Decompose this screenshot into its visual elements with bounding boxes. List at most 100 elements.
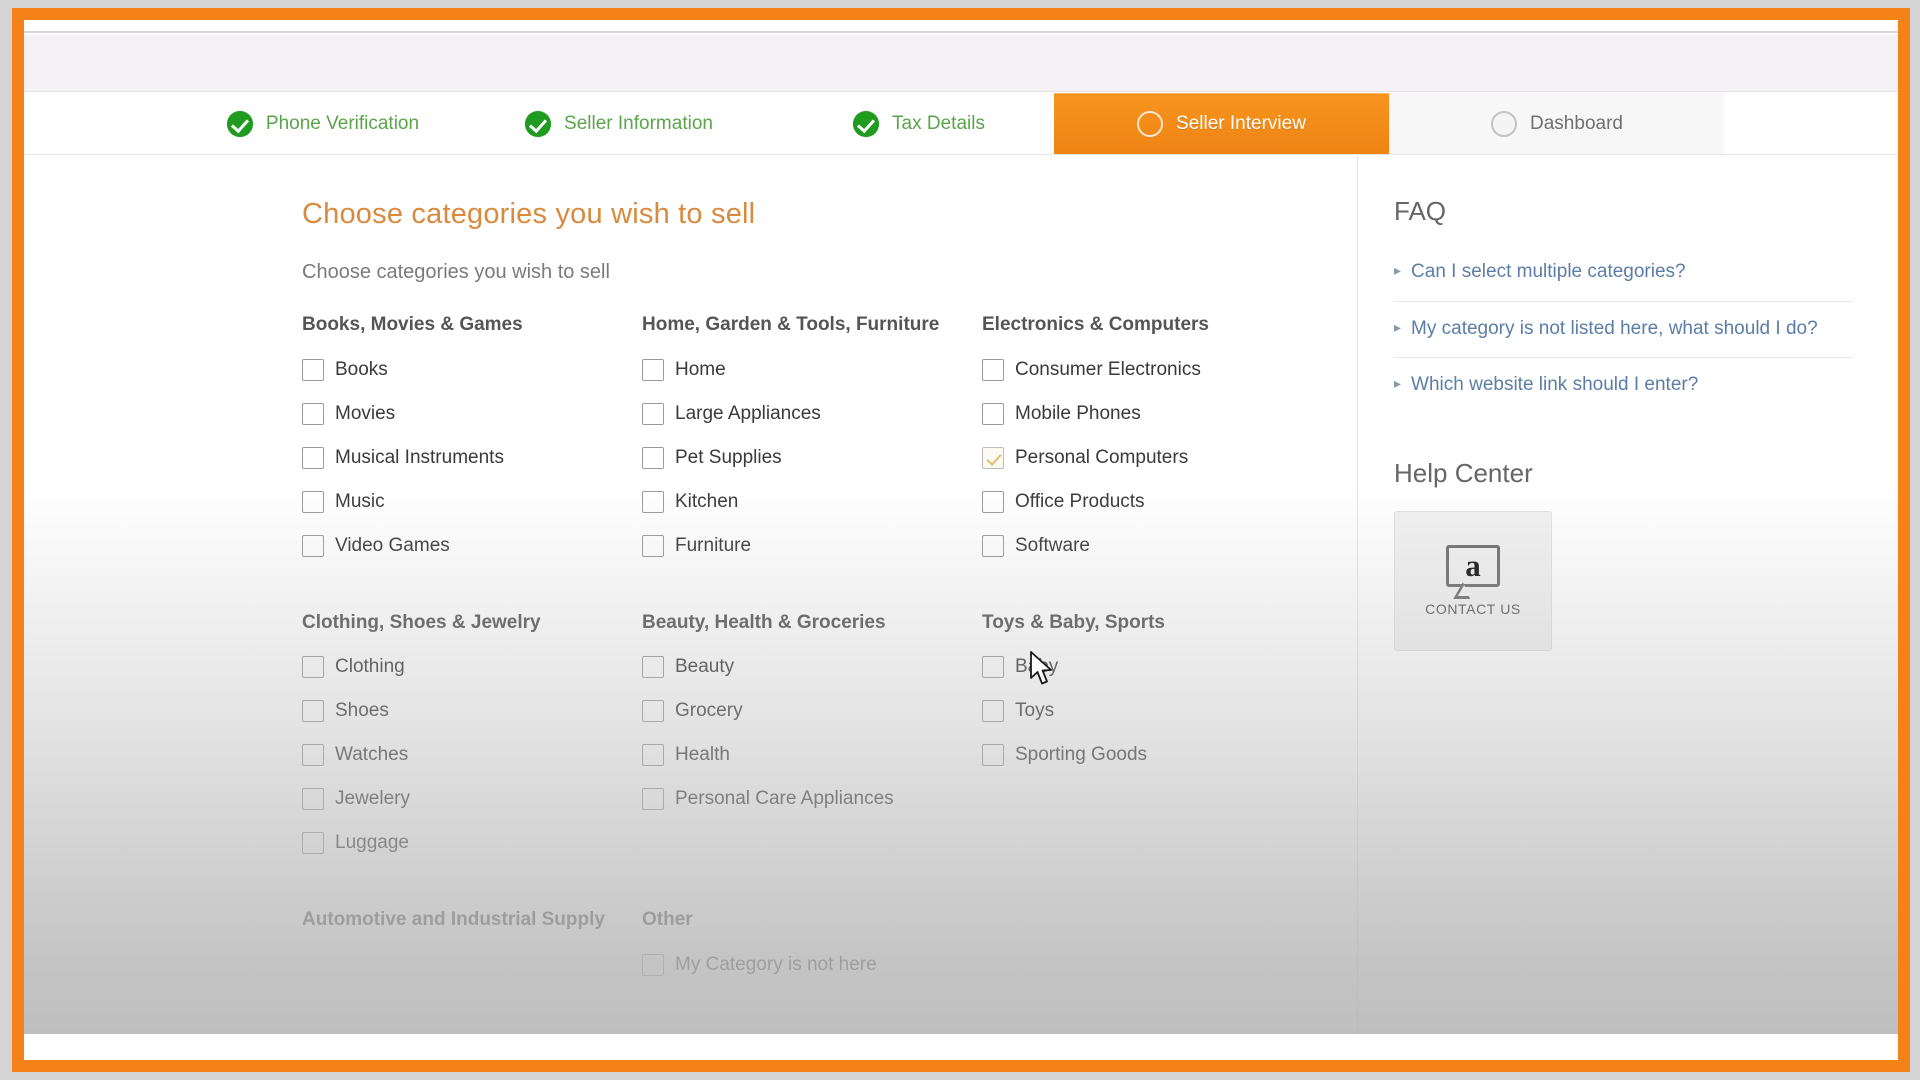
checkbox-grocery[interactable] [642, 700, 664, 722]
checkbox-sporting-goods[interactable] [982, 744, 1004, 766]
checkbox-software[interactable] [982, 535, 1004, 557]
step-label: Dashboard [1530, 113, 1623, 135]
checkbox-row-luggage[interactable]: Luggage [302, 821, 624, 865]
checkbox-row-video-games[interactable]: Video Games [302, 524, 624, 568]
checkbox-mobile-phones[interactable] [982, 403, 1004, 425]
checkbox-row-sporting-goods[interactable]: Sporting Goods [982, 733, 1304, 777]
page-subtitle: Choose categories you wish to sell [302, 261, 1297, 284]
checkbox-consumer-electronics[interactable] [982, 359, 1004, 381]
checkbox-row-movies[interactable]: Movies [302, 392, 624, 436]
checkbox-music[interactable] [302, 491, 324, 513]
checkbox-baby[interactable] [982, 656, 1004, 678]
checkbox-beauty[interactable] [642, 656, 664, 678]
checkbox-row-toys[interactable]: Toys [982, 689, 1304, 733]
checkbox-label: Luggage [335, 832, 409, 854]
step-label: Seller Information [564, 113, 713, 135]
step-label: Tax Details [892, 113, 985, 135]
step-phone-verification[interactable]: Phone Verification [192, 93, 454, 154]
checkbox-row-software[interactable]: Software [982, 524, 1304, 568]
checkbox-row-musical-instruments[interactable]: Musical Instruments [302, 436, 624, 480]
checkbox-row-office-products[interactable]: Office Products [982, 480, 1304, 524]
checkbox-row-large-appliances[interactable]: Large Appliances [642, 392, 964, 436]
faq-item[interactable]: ▸ Which website link should I enter? [1394, 358, 1852, 414]
checkbox-home[interactable] [642, 359, 664, 381]
checkbox-musical-instruments[interactable] [302, 447, 324, 469]
checkbox-label: Books [335, 359, 388, 381]
checkbox-row-personal-care-appliances[interactable]: Personal Care Appliances [642, 777, 964, 821]
faq-item[interactable]: ▸ Can I select multiple categories? [1394, 245, 1852, 302]
checkbox-furniture[interactable] [642, 535, 664, 557]
checkbox-row-consumer-electronics[interactable]: Consumer Electronics [982, 348, 1304, 392]
registration-steps-bar: Phone Verification Seller Information Ta… [24, 93, 1898, 155]
step-label: Phone Verification [266, 113, 419, 135]
checkbox-row-watches[interactable]: Watches [302, 733, 624, 777]
empty-circle-icon [1491, 111, 1517, 137]
checkbox-label: Office Products [1015, 491, 1145, 513]
checkbox-row-books[interactable]: Books [302, 348, 624, 392]
step-dashboard[interactable]: Dashboard [1389, 93, 1724, 154]
faq-title: FAQ [1394, 196, 1852, 227]
step-seller-information[interactable]: Seller Information [454, 93, 784, 154]
category-grid: Books, Movies & Games Books Movies [302, 312, 1297, 1029]
step-label: Seller Interview [1176, 113, 1306, 135]
checkbox-row-mobile-phones[interactable]: Mobile Phones [982, 392, 1304, 436]
checkbox-label: My Category is not here [675, 954, 877, 976]
checkbox-movies[interactable] [302, 403, 324, 425]
checkbox-health[interactable] [642, 744, 664, 766]
empty-circle-icon [1137, 111, 1163, 137]
faq-link[interactable]: Which website link should I enter? [1411, 373, 1698, 398]
browser-chrome-top [24, 20, 1898, 33]
category-selection-panel: Choose categories you wish to sell Choos… [24, 156, 1357, 1029]
step-tax-details[interactable]: Tax Details [784, 93, 1054, 154]
faq-link[interactable]: Can I select multiple categories? [1411, 260, 1686, 285]
checkbox-row-furniture[interactable]: Furniture [642, 524, 964, 568]
checkbox-row-beauty[interactable]: Beauty [642, 645, 964, 689]
checkbox-office-products[interactable] [982, 491, 1004, 513]
checkbox-label: Personal Care Appliances [675, 788, 894, 810]
faq-link[interactable]: My category is not listed here, what sho… [1411, 317, 1818, 342]
browser-page: Phone Verification Seller Information Ta… [24, 20, 1898, 1060]
checkbox-jewelery[interactable] [302, 788, 324, 810]
checkbox-row-baby[interactable]: Baby [982, 645, 1304, 689]
checkbox-pet-supplies[interactable] [642, 447, 664, 469]
checkbox-label: Video Games [335, 535, 450, 557]
checkbox-toys[interactable] [982, 700, 1004, 722]
checkbox-row-kitchen[interactable]: Kitchen [642, 480, 964, 524]
checkbox-row-shoes[interactable]: Shoes [302, 689, 624, 733]
checkbox-my-category-is-not-here[interactable] [642, 954, 664, 976]
page-body: Choose categories you wish to sell Choos… [24, 156, 1898, 1060]
checkbox-label: Beauty [675, 656, 734, 678]
checkbox-label: Pet Supplies [675, 447, 782, 469]
group-heading: Beauty, Health & Groceries [642, 610, 964, 636]
checkbox-watches[interactable] [302, 744, 324, 766]
checkbox-personal-care-appliances[interactable] [642, 788, 664, 810]
checkbox-luggage[interactable] [302, 832, 324, 854]
contact-us-button[interactable]: a CONTACT US [1394, 511, 1552, 651]
checkbox-row-grocery[interactable]: Grocery [642, 689, 964, 733]
checkbox-row-pet-supplies[interactable]: Pet Supplies [642, 436, 964, 480]
checkbox-row-my-category-is-not-here[interactable]: My Category is not here [642, 943, 964, 987]
category-group-electronics-computers: Electronics & Computers Consumer Electro… [982, 312, 1322, 568]
checkbox-clothing[interactable] [302, 656, 324, 678]
checkbox-row-health[interactable]: Health [642, 733, 964, 777]
category-group-beauty-health-groceries: Beauty, Health & Groceries Beauty Grocer… [642, 610, 982, 866]
checkbox-label: Baby [1015, 656, 1058, 678]
checkbox-shoes[interactable] [302, 700, 324, 722]
checkbox-row-personal-computers[interactable]: Personal Computers [982, 436, 1304, 480]
checkbox-row-home[interactable]: Home [642, 348, 964, 392]
checkbox-kitchen[interactable] [642, 491, 664, 513]
checkbox-row-jewelery[interactable]: Jewelery [302, 777, 624, 821]
checkbox-personal-computers[interactable] [982, 447, 1004, 469]
checkbox-label: Shoes [335, 700, 389, 722]
faq-item[interactable]: ▸ My category is not listed here, what s… [1394, 302, 1852, 359]
checkbox-books[interactable] [302, 359, 324, 381]
category-group-home-garden-tools-furniture: Home, Garden & Tools, Furniture Home Lar… [642, 312, 982, 568]
checkbox-row-music[interactable]: Music [302, 480, 624, 524]
checkbox-row-clothing[interactable]: Clothing [302, 645, 624, 689]
step-seller-interview[interactable]: Seller Interview [1054, 93, 1389, 154]
triangle-right-icon: ▸ [1394, 373, 1401, 395]
screenshot-frame: Phone Verification Seller Information Ta… [0, 0, 1920, 1080]
help-center-title: Help Center [1394, 458, 1852, 489]
checkbox-video-games[interactable] [302, 535, 324, 557]
checkbox-large-appliances[interactable] [642, 403, 664, 425]
